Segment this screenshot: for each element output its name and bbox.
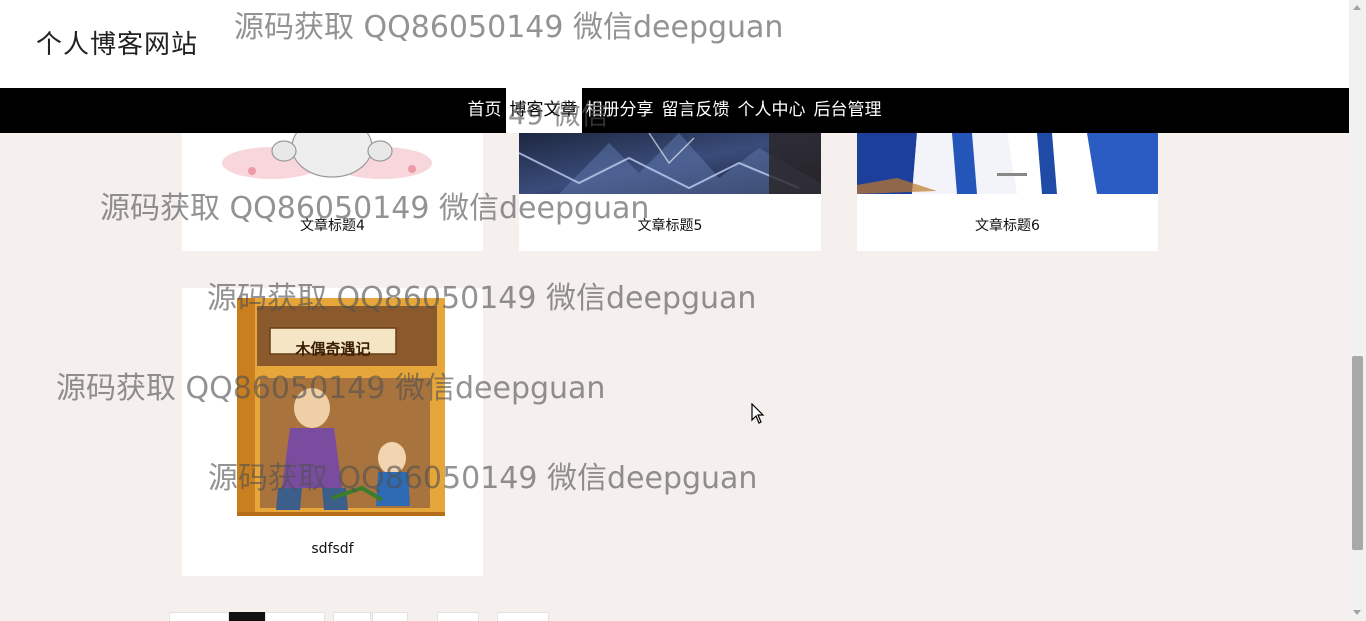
nav-item-blog-articles[interactable]: 博客文章 xyxy=(505,88,582,133)
nav-item-home[interactable]: 首页 xyxy=(464,88,506,133)
article-thumbnail[interactable] xyxy=(519,133,821,194)
article-thumbnail[interactable] xyxy=(857,133,1158,194)
pagination xyxy=(0,612,700,621)
main-nav: 首页 博客文章 相册分享 留言反馈 个人中心 后台管理 xyxy=(0,88,1349,133)
scroll-up-arrow-icon[interactable] xyxy=(1353,5,1361,10)
nav-item-personal-center[interactable]: 个人中心 xyxy=(734,88,810,133)
article-card[interactable]: 木偶奇遇记 sdfsdf xyxy=(182,288,483,576)
article-card[interactable]: 文章标题6 xyxy=(857,133,1158,251)
article-card[interactable]: 文章标题4 xyxy=(182,133,483,251)
article-title[interactable]: sdfsdf xyxy=(182,541,483,557)
article-title[interactable]: 文章标题5 xyxy=(519,215,821,235)
nav-item-feedback[interactable]: 留言反馈 xyxy=(658,88,734,133)
nav-item-album-share[interactable]: 相册分享 xyxy=(582,88,658,133)
article-card[interactable]: 文章标题5 xyxy=(519,133,821,251)
nav-item-admin[interactable]: 后台管理 xyxy=(810,88,886,133)
cover-title-text: 木偶奇遇记 xyxy=(295,340,371,358)
vertical-scrollbar[interactable] xyxy=(1349,0,1366,620)
site-title[interactable]: 个人博客网站 xyxy=(36,24,198,61)
mouse-cursor-icon xyxy=(751,402,765,429)
site-header: 个人博客网站 xyxy=(0,0,1349,88)
article-thumbnail[interactable] xyxy=(182,133,483,183)
article-title[interactable]: 文章标题4 xyxy=(182,215,483,235)
article-thumbnail[interactable]: 木偶奇遇记 xyxy=(182,288,483,528)
scroll-down-arrow-icon[interactable] xyxy=(1353,610,1361,615)
scrollbar-thumb[interactable] xyxy=(1352,356,1363,550)
article-title[interactable]: 文章标题6 xyxy=(857,215,1158,235)
